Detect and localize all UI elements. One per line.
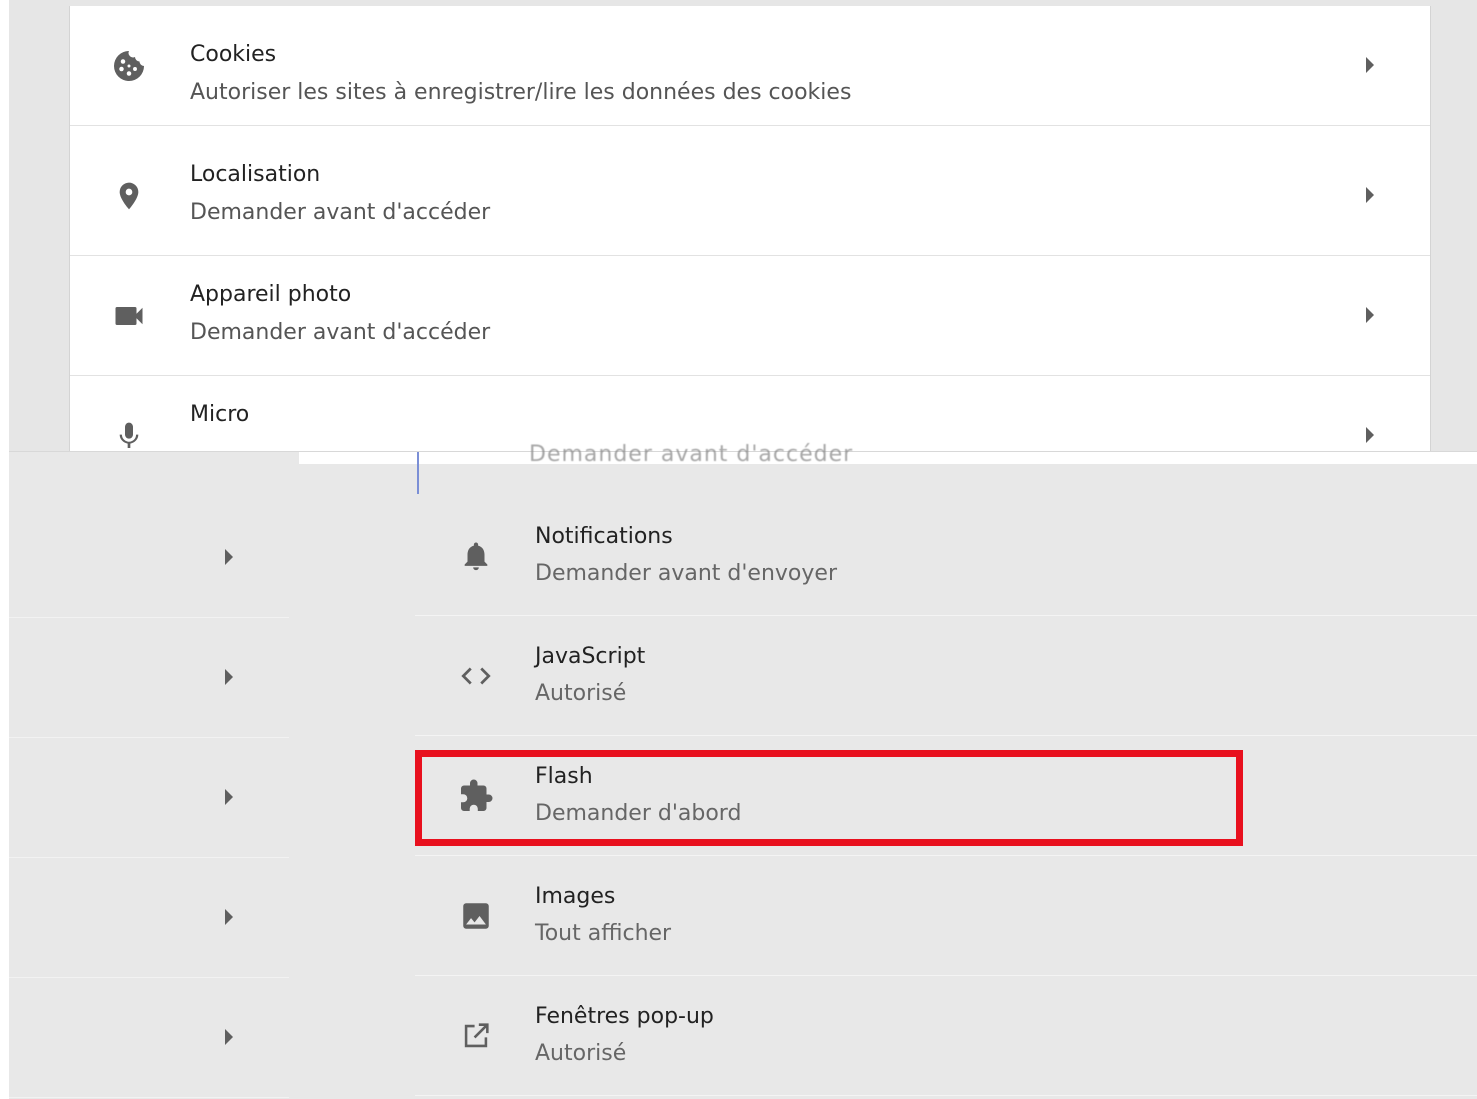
setting-row-location[interactable]: Localisation Demander avant d'accéder (70, 136, 1430, 256)
puzzle-piece-icon (457, 777, 495, 815)
permission-list: Notifications Demander avant d'envoyer J… (415, 496, 1477, 1096)
image-icon (457, 897, 495, 935)
setting-title: Micro (190, 402, 250, 427)
setting-row-popups[interactable]: Fenêtres pop-up Autorisé (415, 976, 1477, 1096)
list-item[interactable] (9, 498, 289, 618)
setting-row-microphone[interactable]: Micro (70, 376, 1430, 451)
chevron-right-icon (1366, 426, 1374, 443)
camera-icon (110, 297, 148, 335)
microphone-icon (110, 417, 148, 452)
chevron-right-icon (225, 668, 233, 685)
overlap-text: Demander avant d'accéder (529, 442, 854, 467)
setting-subtitle: Tout afficher (535, 921, 672, 946)
setting-row-flash[interactable]: Flash Demander d'abord (415, 736, 1477, 856)
chevron-right-icon (225, 908, 233, 925)
site-settings-card: Cookies Autoriser les sites à enregistre… (69, 6, 1431, 451)
list-item[interactable] (9, 618, 289, 738)
list-item[interactable] (9, 858, 289, 978)
top-panel: Cookies Autoriser les sites à enregistre… (9, 0, 1477, 451)
setting-title: Localisation (190, 162, 321, 187)
setting-title: JavaScript (535, 644, 646, 669)
chevron-right-icon (225, 788, 233, 805)
setting-row-cookies[interactable]: Cookies Autoriser les sites à enregistre… (70, 6, 1430, 126)
list-item[interactable] (9, 738, 289, 858)
setting-title: Fenêtres pop-up (535, 1004, 714, 1029)
open-in-new-icon (457, 1017, 495, 1055)
left-chevron-column (9, 498, 289, 1098)
chevron-right-icon (1366, 186, 1374, 203)
setting-subtitle: Demander avant d'accéder (190, 200, 491, 225)
setting-subtitle: Demander d'abord (535, 801, 742, 826)
overlap-strip (299, 452, 1477, 464)
setting-title: Notifications (535, 524, 673, 549)
setting-subtitle: Demander avant d'accéder (190, 320, 491, 345)
chevron-right-icon (1366, 56, 1374, 73)
list-item[interactable] (9, 978, 289, 1098)
bell-icon (457, 537, 495, 575)
location-pin-icon (110, 177, 148, 215)
chevron-right-icon (1366, 306, 1374, 323)
setting-title: Flash (535, 764, 593, 789)
cookie-icon (110, 47, 148, 85)
setting-row-notifications[interactable]: Notifications Demander avant d'envoyer (415, 496, 1477, 616)
setting-title: Appareil photo (190, 282, 352, 307)
chevron-right-icon (225, 548, 233, 565)
setting-title: Images (535, 884, 616, 909)
setting-subtitle: Autorisé (535, 681, 627, 706)
setting-row-javascript[interactable]: JavaScript Autorisé (415, 616, 1477, 736)
setting-title: Cookies (190, 42, 277, 67)
setting-subtitle: Autoriser les sites à enregistrer/lire l… (190, 80, 852, 105)
setting-subtitle: Autorisé (535, 1041, 627, 1066)
setting-row-camera[interactable]: Appareil photo Demander avant d'accéder (70, 256, 1430, 376)
chevron-right-icon (225, 1028, 233, 1045)
setting-row-images[interactable]: Images Tout afficher (415, 856, 1477, 976)
bottom-panel: Demander avant d'accéder Notifications D… (9, 442, 1477, 1099)
divider (417, 452, 419, 494)
setting-subtitle: Demander avant d'envoyer (535, 561, 837, 586)
code-brackets-icon (457, 657, 495, 695)
